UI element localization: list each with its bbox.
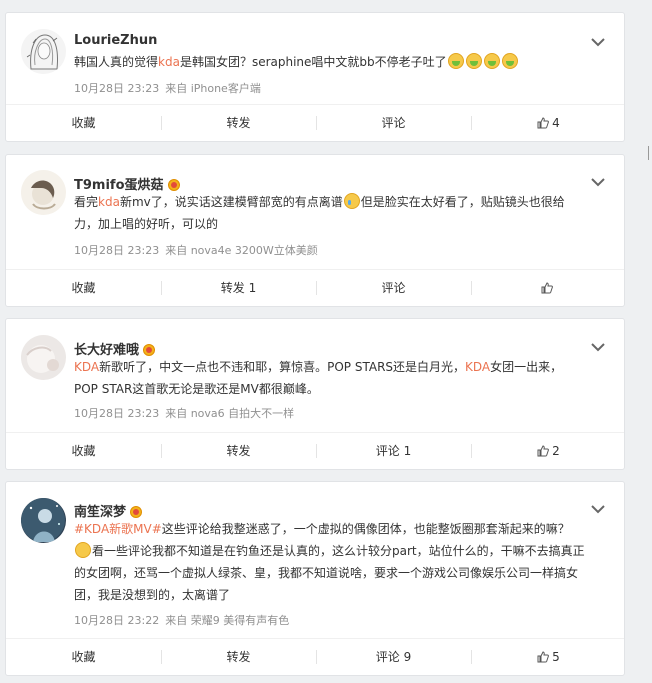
post-meta: 10月28日 23:22 来自 荣耀9 美得有声有色 [74,612,289,628]
source: 来自 nova6 自拍大不一样 [165,407,295,420]
post-meta: 10月28日 23:23 来自 nova4e 3200W立体美颜 [74,242,318,258]
comment-card: 南笙深梦 #KDA新歌MV#这些评论给我整迷惑了，一个虚拟的偶像团体，也能整饭圈… [5,481,625,676]
repost-button[interactable]: 转发 [161,639,316,675]
comment-text: KDA新歌听了，中文一点也不违和耶，算惊喜。POP STARS还是白月光，KDA… [74,360,563,396]
collect-button[interactable]: 收藏 [6,433,161,469]
keyword-highlight[interactable]: KDA [465,360,490,374]
comment-button[interactable]: 评论 [316,270,471,306]
repost-button[interactable]: 转发 1 [161,270,316,306]
collect-button[interactable]: 收藏 [6,105,161,141]
chevron-down-icon[interactable] [590,504,606,514]
post-meta: 10月28日 23:23 来自 iPhone客户端 [74,80,261,96]
timestamp[interactable]: 10月28日 23:23 [74,82,159,95]
username[interactable]: LourieZhun [74,33,157,48]
member-crown-icon [143,344,156,356]
source: 来自 nova4e 3200W立体美颜 [165,244,318,257]
comment-card: T9mifo蛋烘菇 看完kda新mv了，说实话这建模臂部宽的有点离谱 但是脸实在太… [5,154,625,307]
source: 来自 iPhone客户端 [165,82,261,95]
member-crown-icon [167,179,180,191]
chevron-down-icon[interactable] [590,342,606,352]
comment-button[interactable]: 评论 9 [316,639,471,675]
scrollbar-indicator[interactable] [648,146,649,160]
action-bar: 收藏 转发 评论 4 [6,104,624,141]
like-button[interactable]: 5 [471,639,626,675]
vomit-emoji-icon [501,53,518,69]
comment-card: 长大好难哦 KDA新歌听了，中文一点也不违和耶，算惊喜。POP STARS还是白… [5,318,625,470]
repost-button[interactable]: 转发 [161,433,316,469]
timestamp[interactable]: 10月28日 23:23 [74,244,159,257]
keyword-highlight[interactable]: KDA [74,360,99,374]
comment-text: 看完kda新mv了，说实话这建模臂部宽的有点离谱 但是脸实在太好看了，贴贴镜头也很… [74,193,565,231]
like-button[interactable] [471,270,626,306]
vomit-emoji-icon [483,53,500,69]
avatar[interactable] [21,29,66,74]
topic-link[interactable]: #KDA新歌MV# [74,522,162,536]
thumbs-up-icon [537,445,550,457]
post-meta: 10月28日 23:23 来自 nova6 自拍大不一样 [74,405,294,421]
thumbs-up-icon [537,117,550,129]
like-button[interactable]: 4 [471,105,626,141]
chevron-down-icon[interactable] [590,37,606,47]
smirk-emoji-icon [75,542,91,558]
comment-text: 韩国人真的觉得kda是韩国女团？seraphine唱中文就bb不停老子吐了 [74,51,604,73]
action-bar: 收藏 转发 评论 1 2 [6,432,624,469]
laugh-cry-emoji-icon [343,193,360,209]
collect-button[interactable]: 收藏 [6,639,161,675]
thumbs-up-icon [537,651,550,663]
collect-button[interactable]: 收藏 [6,270,161,306]
vomit-emoji-icon [447,53,464,69]
like-button[interactable]: 2 [471,433,626,469]
source: 来自 荣耀9 美得有声有色 [165,614,290,627]
avatar[interactable] [21,498,66,543]
avatar[interactable] [21,335,66,380]
comment-card: LourieZhun 韩国人真的觉得kda是韩国女团？seraphine唱中文就… [5,12,625,142]
keyword-highlight[interactable]: kda [98,195,120,209]
comment-text: #KDA新歌MV#这些评论给我整迷惑了，一个虚拟的偶像团体，也能整饭圈那套渐起来… [74,522,585,602]
avatar[interactable] [21,170,66,215]
comment-button[interactable]: 评论 1 [316,433,471,469]
repost-button[interactable]: 转发 [161,105,316,141]
action-bar: 收藏 转发 1 评论 [6,269,624,306]
comment-button[interactable]: 评论 [316,105,471,141]
chevron-down-icon[interactable] [590,177,606,187]
vomit-emoji-icon [465,53,482,69]
member-crown-icon [130,506,143,518]
thumbs-up-icon [541,282,553,294]
timestamp[interactable]: 10月28日 23:22 [74,614,159,627]
timestamp[interactable]: 10月28日 23:23 [74,407,159,420]
action-bar: 收藏 转发 评论 9 5 [6,638,624,675]
keyword-highlight[interactable]: kda [158,55,180,69]
